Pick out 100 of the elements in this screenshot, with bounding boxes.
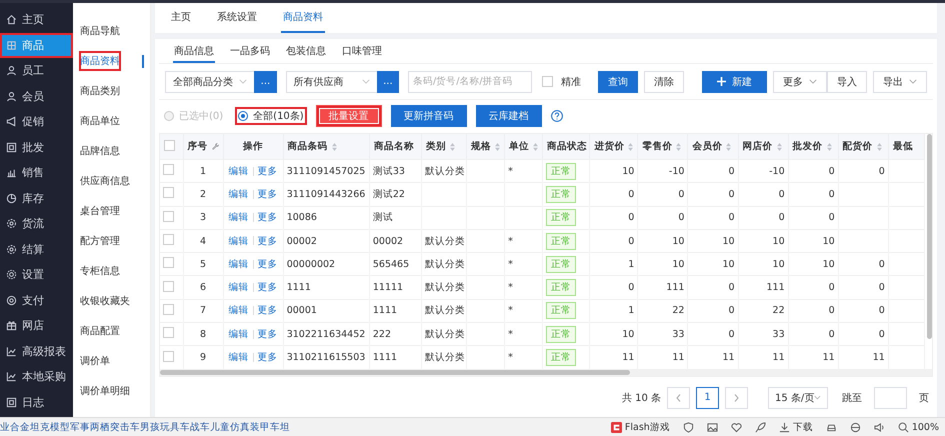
sidebar-item[interactable]: 会员 [0,84,73,109]
table-cell: 3102211634452 [286,328,366,340]
subnav-item[interactable]: 专柜信息 [79,261,121,281]
button[interactable]: 查询 [598,70,638,92]
table-cell: 11 [772,352,785,364]
more-link[interactable]: 更多 [258,351,278,364]
sidebar-item[interactable]: 货流 [0,211,73,236]
sidebar-item[interactable]: 批发 [0,134,73,160]
sidebar-item[interactable]: 员工 [0,58,73,84]
table-cell: * [508,258,513,270]
tab[interactable]: 包装信息 [285,40,327,63]
column-header: 序号 [188,140,208,153]
tab[interactable]: 主页 [169,3,193,33]
download-link[interactable]: 下载 [792,420,813,434]
more-link[interactable]: 更多 [258,304,278,318]
sidebar-item[interactable]: 主页 [0,7,73,32]
table-cell: 3111091443266 [286,188,366,200]
button[interactable]: 导入 [827,70,867,92]
table-cell: 0 [828,328,835,340]
button[interactable]: 云库建档 [476,105,542,127]
sidebar-item[interactable]: 销售 [0,160,73,186]
tab[interactable]: 商品资料 [281,3,325,33]
subnav-item[interactable]: 收银收藏夹 [79,291,131,311]
tab[interactable]: 口味管理 [341,40,383,63]
radio-button[interactable]: 全部(10条) [235,107,307,125]
edit-link[interactable]: 编辑 [228,281,249,294]
subnav-item[interactable]: 调价单明细 [79,381,131,401]
more-link[interactable]: 更多 [258,211,278,224]
more-link[interactable]: 更多 [258,281,278,294]
sidebar-item[interactable]: 网店 [0,313,73,338]
zoom-level[interactable]: 100% [912,422,939,432]
button[interactable]: 更新拼音码 [390,105,467,127]
subnav-item[interactable]: 配方管理 [79,231,121,251]
game-link[interactable]: Flash游戏 [624,420,670,434]
subnav-item[interactable]: 商品导航 [79,21,121,41]
subnav-item[interactable]: 调价单 [79,351,111,371]
picker-button[interactable]: ... [254,70,277,92]
sidebar-item[interactable]: 支付 [0,288,73,313]
table-cell: 1111 [372,305,398,316]
table-cell: 11 [722,352,735,364]
more-link[interactable]: 更多 [258,258,278,271]
dropdown-button[interactable]: 更多 [773,70,827,92]
tab[interactable]: 系统设置 [215,3,259,33]
subnav-item[interactable]: 商品资料 [79,51,121,71]
button[interactable]: 新建 [702,70,767,92]
table-cell: 00002 [372,236,404,247]
edit-link[interactable]: 编辑 [228,304,249,318]
picker-button[interactable]: ... [376,70,399,92]
more-link[interactable]: 更多 [258,164,278,178]
subnav-item[interactable]: 商品配置 [79,321,121,341]
table-cell: 0 [878,282,885,294]
more-link[interactable]: 更多 [258,188,278,201]
sidebar-item[interactable]: 促销 [0,109,73,134]
table-cell: * [508,328,513,340]
button[interactable]: 清除 [644,70,684,92]
edit-link[interactable]: 编辑 [228,258,249,271]
table-cell: 3 [200,212,206,224]
status-tag: 正常 [546,256,576,273]
sidebar-item[interactable]: 库存 [0,186,73,211]
sidebar-item[interactable]: 高级报表 [0,338,73,364]
edit-link[interactable]: 编辑 [228,351,249,364]
search-field[interactable]: 条码/货号/名称/拼音码 [408,70,532,92]
tab[interactable]: 一品多码 [229,40,271,63]
page-size-select[interactable]: 15 条/页 [768,386,828,409]
table-cell: 0 [878,305,885,316]
table-cell: -10 [769,166,785,177]
more-link[interactable]: 更多 [258,234,278,248]
edit-link[interactable]: 编辑 [228,328,249,341]
button[interactable]: 批量设置 [316,105,382,127]
supplier-select[interactable]: 所有供应商 [286,70,377,92]
more-link[interactable]: 更多 [258,328,278,341]
subnav-item[interactable]: 品牌信息 [79,141,121,161]
table-cell: * [508,352,513,364]
page-button[interactable]: 1 [696,386,719,409]
sidebar-item[interactable]: 设置 [0,262,73,288]
subnav-item[interactable]: 商品单位 [79,111,121,131]
table-cell: 测试22 [372,188,405,200]
edit-link[interactable]: 编辑 [228,188,249,201]
subnav-item[interactable]: 供应商信息 [79,171,131,191]
sidebar-item[interactable]: 日志 [0,390,73,415]
table-cell: 1 [200,166,206,177]
table-cell: 2 [200,188,206,200]
category-select[interactable]: 全部商品分类 [165,70,254,92]
total-count: 共 10 条 [622,392,661,405]
edit-link[interactable]: 编辑 [228,164,249,178]
edit-link[interactable]: 编辑 [228,234,249,248]
subnav-item[interactable]: 商品类别 [79,81,121,101]
table-cell: 33 [772,328,785,340]
column-header: 类别 [426,140,446,153]
edit-link[interactable]: 编辑 [228,211,249,224]
dropdown-button[interactable]: 导出 [873,70,927,92]
subnav-item[interactable]: 桌台管理 [79,201,121,221]
table-cell: 00000002 [286,258,336,270]
column-header: 进货价 [594,140,624,153]
table-cell: 10 [672,236,684,247]
tab[interactable]: 商品信息 [173,40,215,63]
sidebar-item[interactable]: 本地采购 [0,364,73,390]
table-cell: 0 [728,328,735,340]
sidebar-item[interactable]: 结算 [0,236,73,262]
news-link[interactable]: 业合金坦克模型军事两栖突击车男孩玩具车战车儿童仿真装甲车坦 [0,420,290,434]
